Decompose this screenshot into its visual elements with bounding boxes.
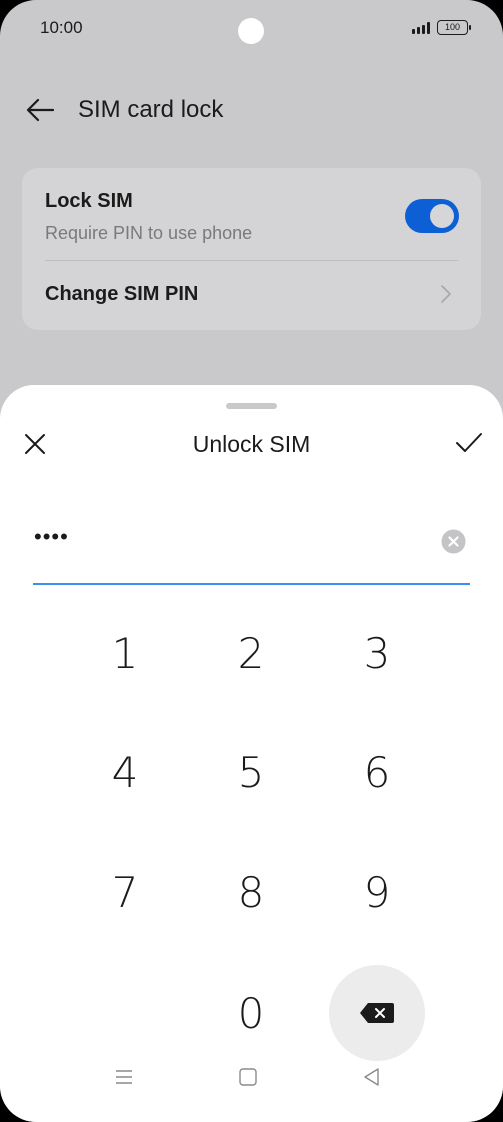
clear-input-icon[interactable] <box>441 529 466 554</box>
battery-icon: 100 <box>437 20 471 35</box>
system-nav-bar <box>0 1066 503 1116</box>
key-2[interactable]: 2 <box>203 605 299 701</box>
drag-handle[interactable] <box>226 403 277 409</box>
page-title: SIM card lock <box>78 96 224 123</box>
divider <box>45 260 458 261</box>
lock-sim-subtitle: Require PIN to use phone <box>45 223 253 243</box>
lock-sim-title: Lock SIM <box>45 190 133 212</box>
sim-settings-card: Lock SIM Require PIN to use phone Change… <box>22 168 481 330</box>
key-9[interactable]: 9 <box>329 844 425 940</box>
menu-icon[interactable] <box>113 1066 135 1088</box>
change-sim-pin-title: Change SIM PIN <box>45 283 199 305</box>
key-4[interactable]: 4 <box>77 724 173 820</box>
key-6[interactable]: 6 <box>329 724 425 820</box>
backspace-button[interactable] <box>329 965 425 1061</box>
key-1[interactable]: 1 <box>77 605 173 701</box>
dialog-title: Unlock SIM <box>192 431 311 457</box>
back-icon[interactable] <box>361 1066 383 1088</box>
phone-screen: 10:00 100 SIM card lock Lock SIM Require… <box>0 0 503 1122</box>
home-icon[interactable] <box>237 1066 259 1088</box>
chevron-right-icon <box>441 285 451 303</box>
checkmark-icon[interactable] <box>454 430 484 456</box>
pin-input-underline <box>33 583 470 585</box>
status-bar: 10:00 100 <box>0 0 503 58</box>
status-time: 10:00 <box>40 18 83 37</box>
front-camera <box>238 18 264 44</box>
signal-icon <box>412 22 432 34</box>
lock-sim-toggle[interactable] <box>405 199 459 233</box>
backspace-icon <box>360 1003 394 1023</box>
key-7[interactable]: 7 <box>77 844 173 940</box>
back-arrow-icon[interactable] <box>26 97 54 123</box>
key-8[interactable]: 8 <box>203 844 299 940</box>
key-0[interactable]: 0 <box>203 965 299 1061</box>
key-5[interactable]: 5 <box>203 724 299 820</box>
unlock-sim-sheet: Unlock SIM •••• 1 2 3 4 5 6 7 8 9 0 <box>0 385 503 1122</box>
key-3[interactable]: 3 <box>329 605 425 701</box>
pin-input[interactable]: •••• <box>34 524 69 550</box>
